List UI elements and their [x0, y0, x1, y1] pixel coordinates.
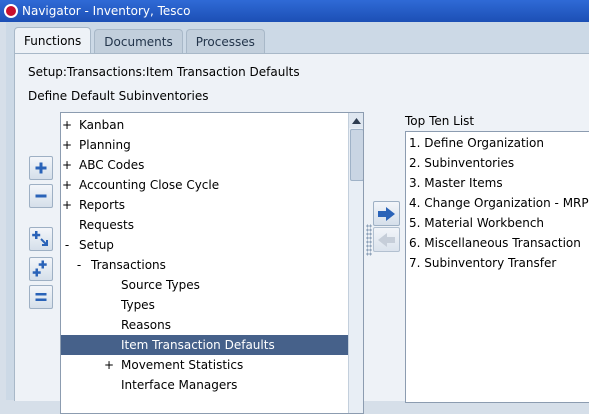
tree-scrollbar[interactable] [348, 113, 363, 413]
tree-item-label: Reports [79, 198, 126, 212]
tree-item-label: Movement Statistics [121, 358, 244, 372]
tree-item-label: Requests [79, 218, 134, 232]
expand-toggle[interactable]: + [103, 355, 115, 375]
tree-item[interactable]: Requests [61, 215, 348, 235]
tree-item[interactable]: Types [61, 295, 348, 315]
expand-toggle[interactable]: + [61, 195, 73, 215]
tree-item[interactable]: + Planning [61, 135, 348, 155]
tree-item[interactable]: + Reports [61, 195, 348, 215]
left-arrow-icon [378, 232, 395, 247]
tree-item[interactable]: + ABC Codes [61, 155, 348, 175]
add-to-top-ten-button[interactable] [373, 201, 400, 226]
tree-item[interactable]: + Kanban [61, 115, 348, 135]
remove-from-top-ten-button[interactable] [373, 227, 400, 252]
top-ten-label: Top Ten List [405, 114, 475, 128]
app-logo-icon [4, 4, 18, 18]
expand-toggle[interactable]: + [61, 115, 73, 135]
collapse-button[interactable] [29, 184, 53, 208]
plus-icon [35, 162, 47, 174]
navigator-window-body: Functions Documents Processes Setup:Tran… [6, 22, 589, 414]
section-label: Define Default Subinventories [28, 89, 209, 103]
tree-item-label: Interface Managers [121, 378, 238, 392]
expand-branch-icon [32, 231, 48, 246]
top-ten-item[interactable]: 3. Master Items [409, 173, 503, 193]
tree-item[interactable]: Source Types [61, 275, 348, 295]
tree-item[interactable]: Item Transaction Defaults [61, 335, 348, 355]
tree-item-label: Source Types [121, 278, 200, 292]
collapse-toggle[interactable]: - [73, 255, 85, 275]
tree-item[interactable]: + Accounting Close Cycle [61, 175, 348, 195]
tree-item-label: Transactions [91, 258, 166, 272]
expand-toggle[interactable]: + [61, 175, 73, 195]
top-ten-item[interactable]: 1. Define Organization [409, 133, 544, 153]
top-ten-item[interactable]: 4. Change Organization - MRP [409, 193, 589, 213]
expand-toggle[interactable]: + [61, 135, 73, 155]
splitter-handle[interactable] [366, 224, 372, 256]
breadcrumb: Setup:Transactions:Item Transaction Defa… [28, 65, 300, 79]
tree-item-label: Accounting Close Cycle [79, 178, 220, 192]
top-ten-item[interactable]: 2. Subinventories [409, 153, 514, 173]
expand-all-button[interactable] [29, 257, 53, 281]
top-ten-list: 1. Define Organization 2. Subinventories 3… [405, 131, 589, 403]
top-ten-item[interactable]: 7. Subinventory Transfer [409, 253, 556, 273]
top-ten-item[interactable]: 5. Material Workbench [409, 213, 544, 233]
tree-item[interactable]: Interface Managers [61, 375, 348, 395]
tree-item[interactable]: - Setup [61, 235, 348, 255]
tree-item-label: Kanban [79, 118, 125, 132]
caret-up-icon [352, 117, 361, 124]
expand-all-icon [32, 260, 47, 277]
collapse-toggle[interactable]: - [61, 235, 73, 255]
tab-processes[interactable]: Processes [185, 29, 265, 53]
scroll-up-arrow[interactable] [349, 113, 363, 128]
scroll-thumb[interactable] [350, 129, 363, 181]
tree-item[interactable]: - Transactions [61, 255, 348, 275]
tree-item-label: ABC Codes [79, 158, 145, 172]
tab-bar: Functions Documents Processes [14, 27, 268, 53]
collapse-all-icon [35, 293, 47, 301]
collapse-all-button[interactable] [29, 285, 53, 309]
right-arrow-icon [378, 206, 395, 221]
tree-item[interactable]: Reasons [61, 315, 348, 335]
window-title-bar: Navigator - Inventory, Tesco [0, 0, 589, 22]
expand-branch-button[interactable] [29, 227, 53, 251]
function-tree: + Kanban + Planning + ABC Codes + Accounting Cl… [60, 112, 364, 414]
tree-item-label: Setup [79, 238, 114, 252]
functions-panel: Setup:Transactions:Item Transaction Defa… [14, 53, 589, 414]
tab-documents[interactable]: Documents [94, 29, 183, 53]
tree-item-label: Item Transaction Defaults [121, 338, 275, 352]
expand-toggle[interactable]: + [61, 155, 73, 175]
tree-item-label: Planning [79, 138, 131, 152]
tab-functions[interactable]: Functions [14, 27, 92, 53]
expand-button[interactable] [29, 156, 53, 180]
tree-item-label: Types [121, 298, 155, 312]
top-ten-item[interactable]: 6. Miscellaneous Transaction [409, 233, 581, 253]
tree-item-label: Reasons [121, 318, 171, 332]
minus-icon [35, 194, 47, 198]
window-title: Navigator - Inventory, Tesco [22, 4, 191, 18]
tree-item[interactable]: + Movement Statistics [61, 355, 348, 375]
